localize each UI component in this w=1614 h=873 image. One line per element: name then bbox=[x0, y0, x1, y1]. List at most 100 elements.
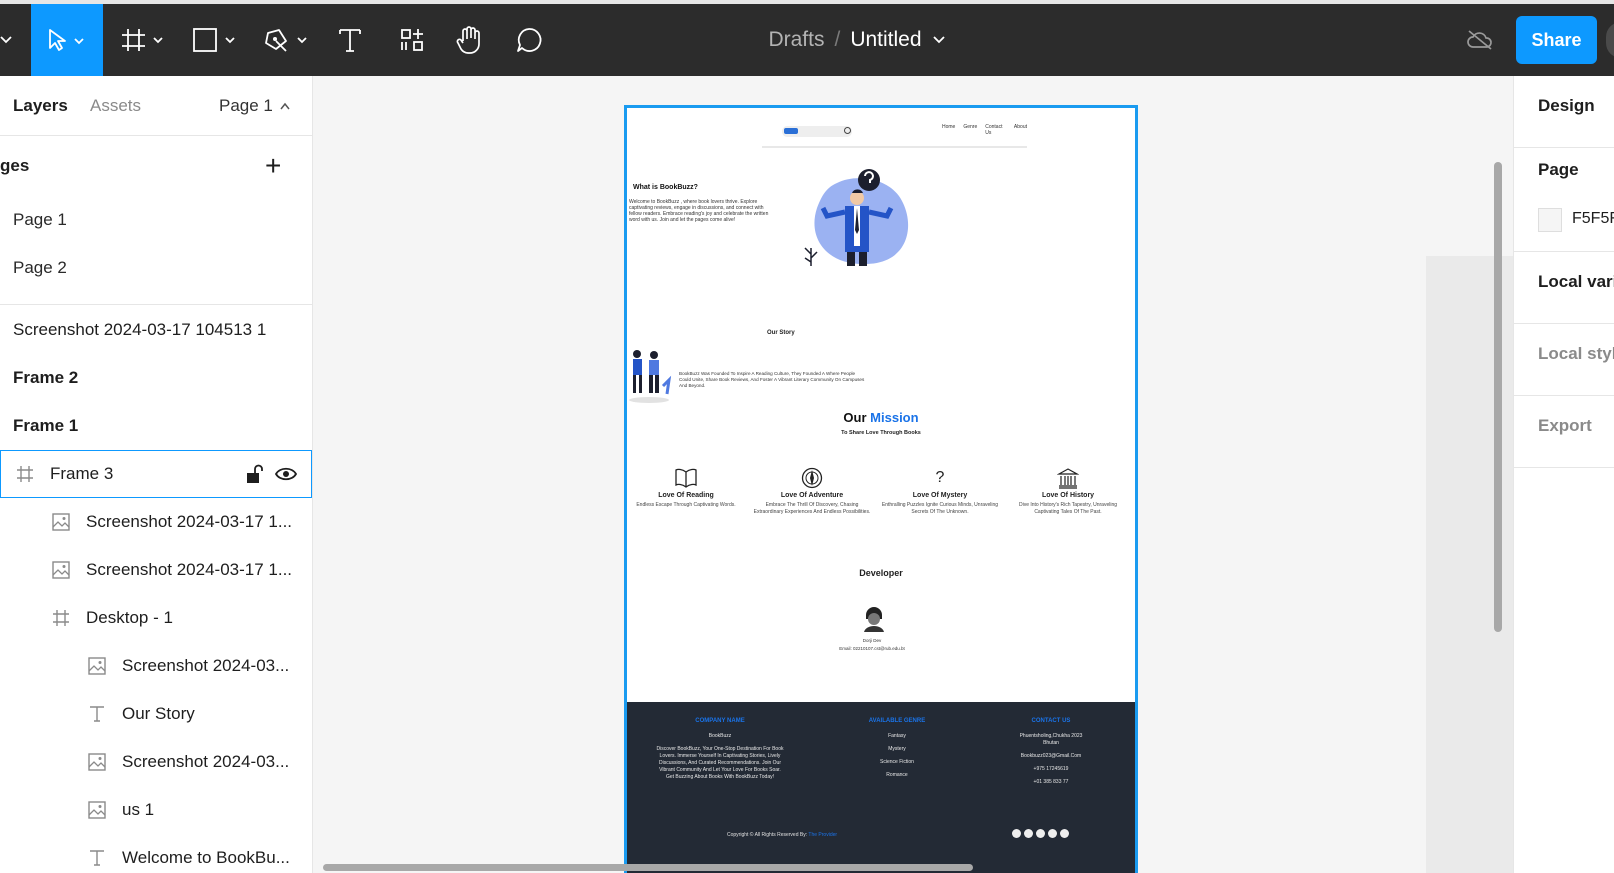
layers-panel: Layers Assets Page 1 ges + Page 1 Page 2… bbox=[0, 76, 313, 873]
text-tool-button[interactable] bbox=[332, 4, 368, 76]
page-selector-label: Page 1 bbox=[219, 96, 273, 115]
developer-avatar bbox=[860, 604, 888, 632]
search-icon bbox=[844, 127, 851, 134]
file-title[interactable]: Untitled bbox=[850, 28, 921, 52]
frame-tool-button[interactable] bbox=[117, 4, 171, 76]
mission-heading: Our Mission bbox=[627, 410, 1135, 425]
design-canvas[interactable]: Home Genre Contact Us About What is Book… bbox=[313, 76, 1513, 873]
cursor-icon bbox=[49, 29, 84, 51]
export-section[interactable]: Export bbox=[1514, 396, 1614, 468]
confused-man-illustration bbox=[804, 169, 909, 266]
main-menu-chevron-icon[interactable] bbox=[0, 4, 14, 76]
tab-assets[interactable]: Assets bbox=[90, 96, 141, 116]
book-icon bbox=[627, 466, 745, 490]
eye-icon[interactable] bbox=[275, 466, 297, 482]
local-variables-section[interactable]: Local vari bbox=[1514, 252, 1614, 324]
layer-row[interactable]: Frame 1 bbox=[0, 402, 312, 450]
footer-genre-heading: AVAILABLE GENRE bbox=[868, 718, 926, 724]
layer-label: Desktop - 1 bbox=[86, 608, 173, 627]
image-icon bbox=[50, 513, 72, 531]
file-menu-chevron-icon[interactable] bbox=[932, 35, 946, 45]
nav-link: Genre bbox=[963, 124, 978, 130]
local-styles-heading: Local styl bbox=[1538, 344, 1614, 363]
site-navbar: Home Genre Contact Us About bbox=[762, 118, 1027, 148]
layer-row[interactable]: Our Story bbox=[0, 690, 312, 738]
user-avatar[interactable] bbox=[1606, 22, 1614, 58]
frame-3-artboard[interactable]: Home Genre Contact Us About What is Book… bbox=[624, 105, 1138, 873]
layer-row-selected[interactable]: Frame 3 bbox=[0, 450, 312, 498]
image-icon bbox=[86, 753, 108, 771]
resources-tool-button[interactable] bbox=[394, 4, 430, 76]
footer-genre-column: AVAILABLE GENRE Fantasy Mystery Science … bbox=[822, 718, 972, 779]
footer-company-desc: Discover BookBuzz, Your One-Stop Destina… bbox=[656, 746, 784, 780]
add-page-icon[interactable]: + bbox=[265, 152, 281, 180]
layer-row[interactable]: Screenshot 2024-03-17 1... bbox=[0, 498, 312, 546]
pen-tool-button[interactable] bbox=[261, 4, 315, 76]
layer-row[interactable]: Screenshot 2024-03... bbox=[0, 738, 312, 786]
layer-row[interactable]: Welcome to BookBu... bbox=[0, 834, 312, 873]
footer-contact-heading: CONTACT US bbox=[1031, 718, 1071, 724]
footer-phone: +01 385 833 77 bbox=[1033, 779, 1069, 785]
layer-row[interactable]: Desktop - 1 bbox=[0, 594, 312, 642]
facebook-icon bbox=[1012, 829, 1021, 838]
layer-row[interactable]: Frame 2 bbox=[0, 354, 312, 402]
text-icon bbox=[86, 705, 108, 723]
layer-row[interactable]: Screenshot 2024-03... bbox=[0, 642, 312, 690]
offline-status-button[interactable] bbox=[1464, 4, 1496, 76]
feature-desc: Embrace The Thrill Of Discovery, Chasing… bbox=[753, 502, 871, 515]
pen-icon bbox=[265, 29, 307, 52]
hand-icon bbox=[456, 26, 480, 54]
feature-title: Love Of Reading bbox=[658, 492, 714, 499]
layer-row[interactable]: us 1 bbox=[0, 786, 312, 834]
layer-label: us 1 bbox=[122, 800, 155, 819]
google-icon bbox=[1036, 829, 1045, 838]
footer-contact-column: CONTACT US Phuentsholing,Chukha 2023 Bhu… bbox=[976, 718, 1126, 786]
twitter-icon bbox=[1024, 829, 1033, 838]
unlock-icon[interactable] bbox=[245, 464, 263, 484]
image-icon bbox=[86, 801, 108, 819]
tab-design[interactable]: Design bbox=[1538, 96, 1595, 116]
footer-company-name: BookBuzz bbox=[708, 733, 732, 739]
developer-heading: Developer bbox=[859, 568, 903, 578]
page-selector[interactable]: Page 1 bbox=[219, 96, 291, 116]
breadcrumb-separator: / bbox=[834, 28, 841, 51]
page-color-swatch[interactable] bbox=[1538, 208, 1562, 232]
local-styles-section[interactable]: Local styl bbox=[1514, 324, 1614, 396]
layer-label: Frame 1 bbox=[13, 416, 79, 435]
page-item-2[interactable]: Page 2 bbox=[0, 244, 312, 292]
footer-genre-item: Science Fiction bbox=[880, 759, 914, 765]
mission-prefix: Our bbox=[843, 410, 867, 425]
chevron-up-icon bbox=[280, 102, 290, 110]
layer-row[interactable]: Screenshot 2024-03-17 1... bbox=[0, 546, 312, 594]
question-mark-icon: ? bbox=[935, 469, 945, 486]
tab-layers[interactable]: Layers bbox=[13, 96, 68, 116]
feature-card: Love Of Adventure Embrace The Thrill Of … bbox=[753, 466, 871, 516]
footer-company-heading: COMPANY NAME bbox=[695, 718, 745, 724]
footer-social-icons bbox=[1012, 829, 1069, 838]
image-icon bbox=[86, 657, 108, 675]
comment-tool-button[interactable] bbox=[510, 4, 548, 76]
components-icon bbox=[401, 29, 423, 51]
pages-heading: ges bbox=[0, 156, 30, 175]
top-toolbar: Drafts / Untitled Share bbox=[0, 0, 1614, 76]
linkedin-icon bbox=[1048, 829, 1057, 838]
layer-row[interactable]: Screenshot 2024-03-17 104513 1 bbox=[0, 306, 312, 354]
frame-icon bbox=[14, 465, 36, 483]
canvas-horizontal-scrollbar[interactable] bbox=[323, 864, 973, 871]
share-button[interactable]: Share bbox=[1516, 16, 1597, 64]
pages-section-header: ges + bbox=[0, 136, 312, 196]
nav-link: Home bbox=[942, 124, 956, 130]
properties-panel: Design Page F5F5F5 Local vari Local styl… bbox=[1513, 76, 1614, 873]
move-tool-button[interactable] bbox=[31, 4, 103, 76]
image-icon bbox=[50, 561, 72, 579]
canvas-vertical-scrollbar[interactable] bbox=[1494, 162, 1502, 632]
breadcrumb-drafts-link[interactable]: Drafts bbox=[768, 28, 824, 52]
page-color-hex[interactable]: F5F5F5 bbox=[1572, 210, 1614, 228]
hand-tool-button[interactable] bbox=[450, 4, 488, 76]
footer-email: Bookbuzz023@Gmail.Com bbox=[1020, 753, 1082, 759]
what-is-heading: What is BookBuzz? bbox=[633, 184, 698, 191]
left-panel-tabs: Layers Assets Page 1 bbox=[0, 76, 312, 136]
page-section-heading: Page bbox=[1538, 160, 1579, 179]
page-item-1[interactable]: Page 1 bbox=[0, 196, 312, 244]
shape-tool-button[interactable] bbox=[189, 4, 243, 76]
